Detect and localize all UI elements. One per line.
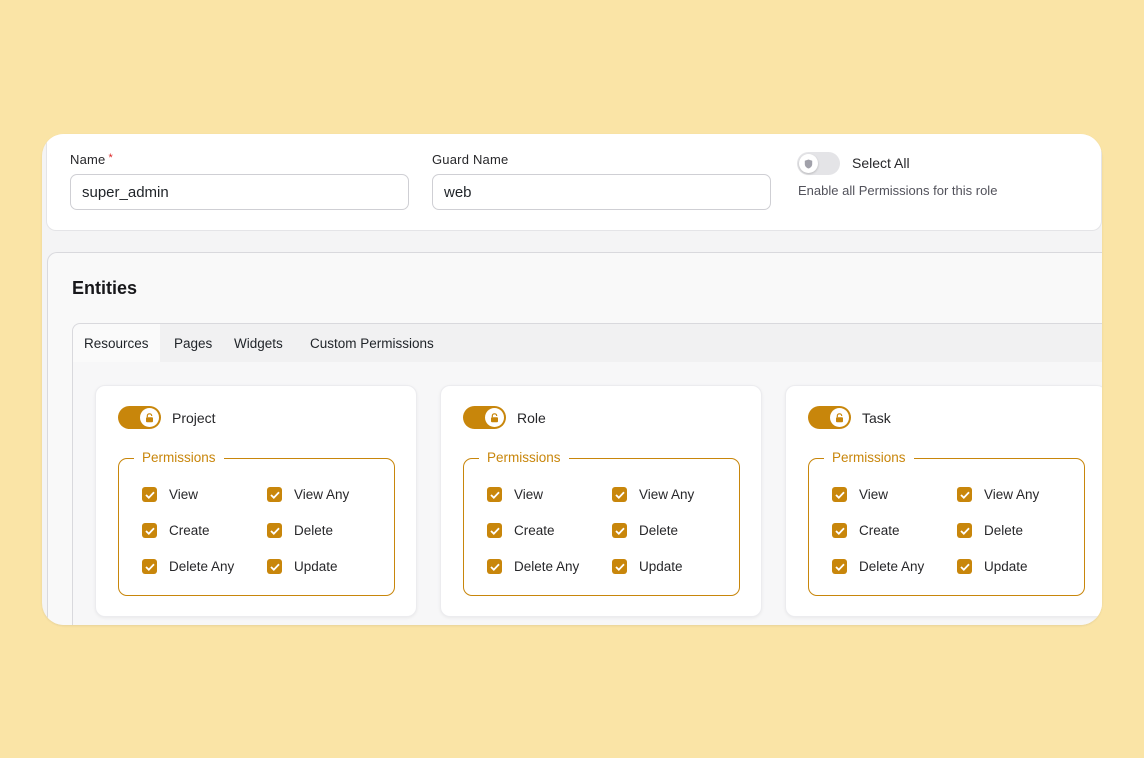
resource-card-project: Project Permissions View View Any Create… — [95, 385, 417, 617]
checkbox-checked-icon[interactable] — [957, 559, 972, 574]
permission-view-any[interactable]: View Any — [267, 487, 349, 502]
checkbox-checked-icon[interactable] — [267, 523, 282, 538]
resource-toggle-task[interactable] — [808, 406, 851, 429]
permission-create[interactable]: Create — [142, 523, 210, 538]
resource-toggle-role[interactable] — [463, 406, 506, 429]
permission-update[interactable]: Update — [267, 559, 338, 574]
permission-view[interactable]: View — [142, 487, 198, 502]
lock-icon — [146, 412, 153, 422]
role-form-card: Name* Guard Name Select All Enable all P… — [46, 134, 1102, 231]
permissions-group-task: Permissions View View Any Create Delete … — [808, 450, 1085, 596]
tab-resources[interactable]: Resources — [73, 324, 160, 362]
permission-delete-any[interactable]: Delete Any — [487, 559, 579, 574]
tab-widgets[interactable]: Widgets — [234, 324, 283, 362]
checkbox-checked-icon[interactable] — [612, 487, 627, 502]
name-label: Name * — [70, 152, 113, 167]
checkbox-checked-icon[interactable] — [832, 487, 847, 502]
select-all-hint: Enable all Permissions for this role — [798, 183, 998, 198]
role-editor-window: Name* Guard Name Select All Enable all P… — [42, 134, 1102, 625]
checkbox-checked-icon[interactable] — [832, 523, 847, 538]
permission-delete-any[interactable]: Delete Any — [142, 559, 234, 574]
checkbox-checked-icon[interactable] — [957, 523, 972, 538]
checkbox-checked-icon[interactable] — [612, 559, 627, 574]
checkbox-checked-icon[interactable] — [487, 559, 502, 574]
tab-pages[interactable]: Pages — [174, 324, 212, 362]
checkbox-checked-icon[interactable] — [487, 487, 502, 502]
entities-section: Entities Resources Pages Widgets Custom … — [47, 252, 1102, 625]
select-all-toggle[interactable] — [797, 152, 840, 175]
lock-icon — [491, 412, 498, 422]
guard-name-input[interactable] — [432, 174, 771, 210]
permissions-legend: Permissions — [479, 450, 569, 465]
permission-view[interactable]: View — [487, 487, 543, 502]
permission-update[interactable]: Update — [612, 559, 683, 574]
lock-icon — [836, 412, 843, 422]
permission-create[interactable]: Create — [832, 523, 900, 538]
name-input[interactable] — [70, 174, 409, 210]
checkbox-checked-icon[interactable] — [487, 523, 502, 538]
checkbox-checked-icon[interactable] — [267, 487, 282, 502]
checkbox-checked-icon[interactable] — [142, 559, 157, 574]
checkbox-checked-icon[interactable] — [142, 487, 157, 502]
resource-name-role: Role — [517, 410, 546, 426]
permission-view[interactable]: View — [832, 487, 888, 502]
resource-card-role: Role Permissions View View Any Create De… — [440, 385, 762, 617]
entities-title: Entities — [72, 278, 138, 298]
permission-update[interactable]: Update — [957, 559, 1028, 574]
entities-tabs-panel: Resources Pages Widgets Custom Permissio… — [72, 323, 1102, 625]
checkbox-checked-icon[interactable] — [832, 559, 847, 574]
permission-delete[interactable]: Delete — [957, 523, 1023, 538]
checkbox-checked-icon[interactable] — [267, 559, 282, 574]
permission-view-any[interactable]: View Any — [957, 487, 1039, 502]
permissions-group-project: Permissions View View Any Create Delete … — [118, 450, 395, 596]
resource-name-project: Project — [172, 410, 216, 426]
toggle-knob — [799, 154, 818, 173]
tab-bar: Resources Pages Widgets Custom Permissio… — [73, 324, 1102, 362]
permissions-legend: Permissions — [134, 450, 224, 465]
select-all-label: Select All — [852, 155, 910, 171]
tab-custom-permissions[interactable]: Custom Permissions — [310, 324, 434, 362]
toggle-knob — [140, 408, 159, 427]
checkbox-checked-icon[interactable] — [612, 523, 627, 538]
permissions-legend: Permissions — [824, 450, 914, 465]
resource-name-task: Task — [862, 410, 891, 426]
permission-delete[interactable]: Delete — [267, 523, 333, 538]
shield-icon — [804, 159, 813, 168]
checkbox-checked-icon[interactable] — [957, 487, 972, 502]
permission-view-any[interactable]: View Any — [612, 487, 694, 502]
checkbox-checked-icon[interactable] — [142, 523, 157, 538]
required-indicator: * — [108, 152, 113, 164]
permissions-group-role: Permissions View View Any Create Delete … — [463, 450, 740, 596]
permission-delete[interactable]: Delete — [612, 523, 678, 538]
permission-delete-any[interactable]: Delete Any — [832, 559, 924, 574]
toggle-knob — [485, 408, 504, 427]
toggle-knob — [830, 408, 849, 427]
resource-card-task: Task Permissions View View Any Create De… — [785, 385, 1102, 617]
permission-create[interactable]: Create — [487, 523, 555, 538]
resource-toggle-project[interactable] — [118, 406, 161, 429]
guard-name-label: Guard Name — [432, 152, 509, 167]
